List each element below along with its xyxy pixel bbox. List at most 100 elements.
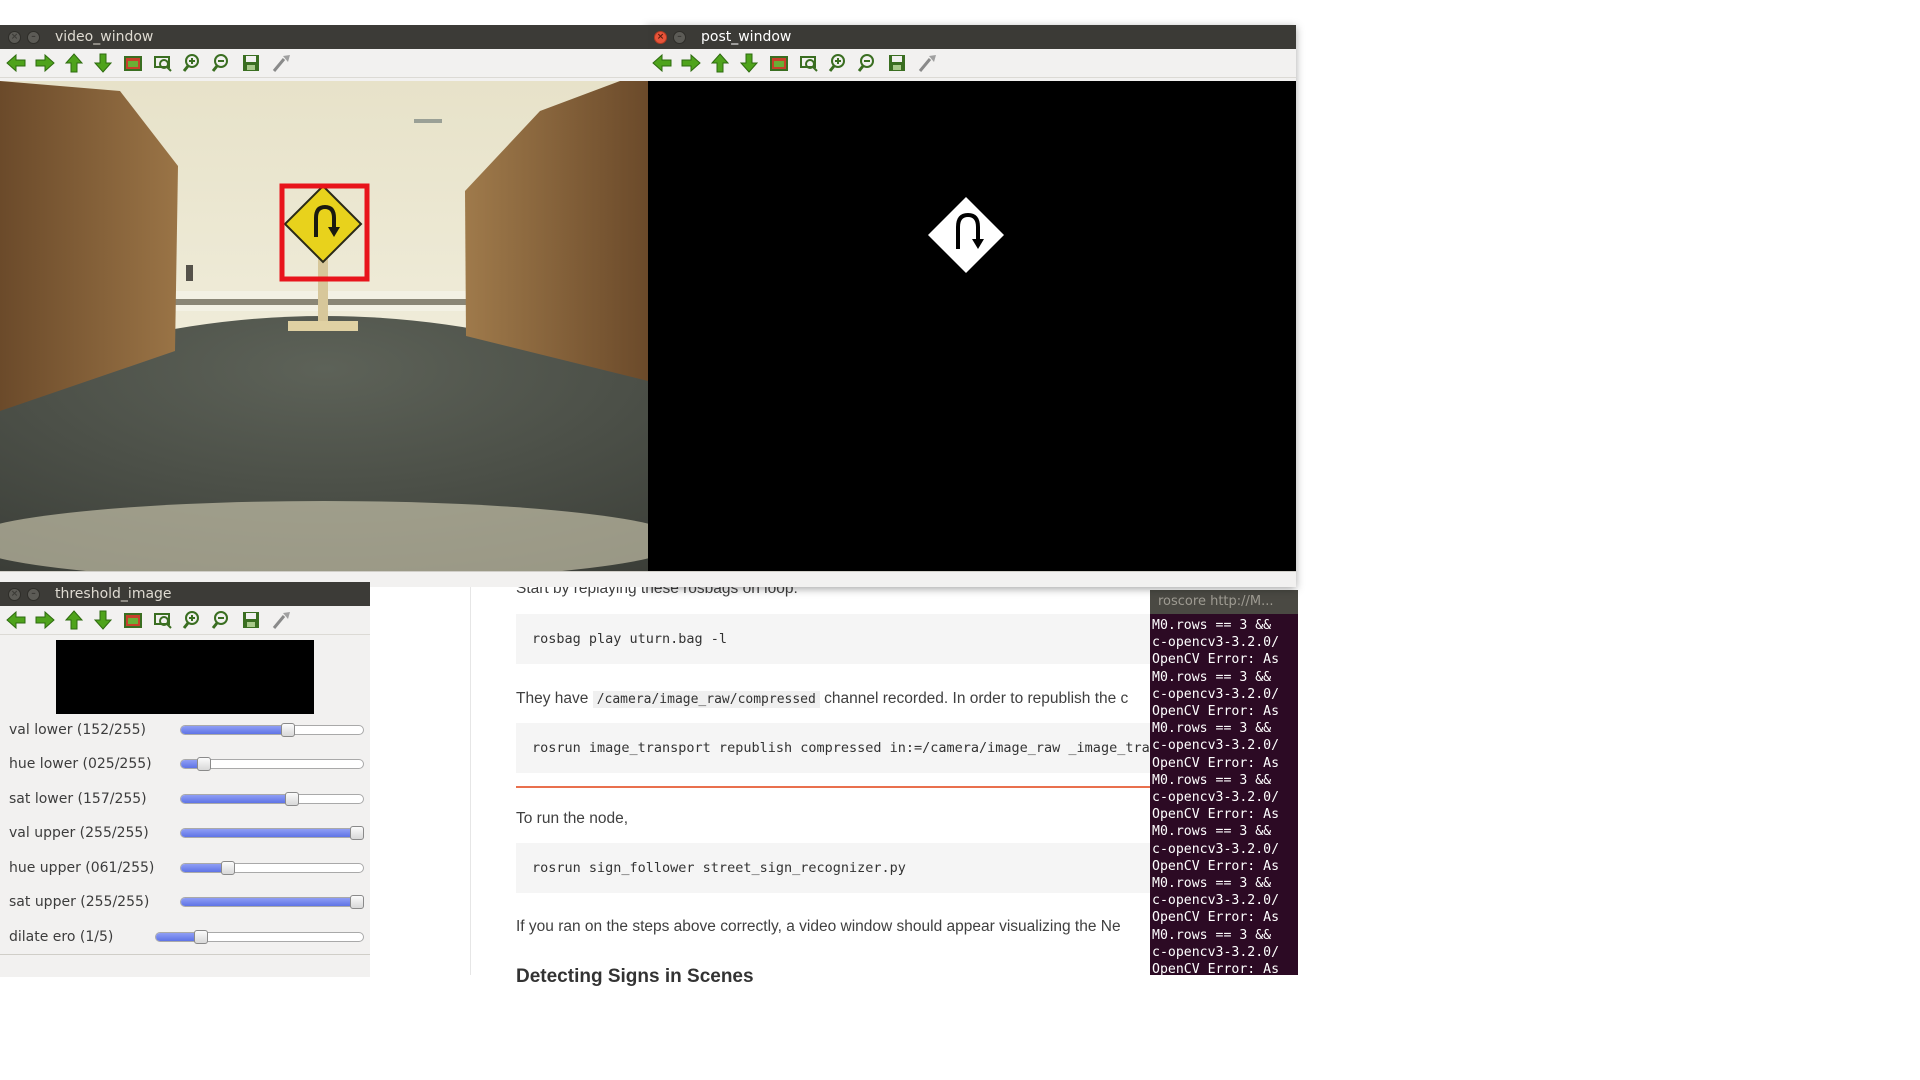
zoom-in-icon[interactable] [828, 53, 850, 73]
arrow-down-icon[interactable] [738, 53, 760, 73]
trackbar-fill [181, 898, 363, 906]
properties-icon[interactable] [916, 53, 938, 73]
post-window[interactable]: × – post_window [646, 25, 1296, 587]
terminal-line: c-opencv3-3.2.0/ [1152, 944, 1280, 960]
post-window-statusbar [646, 571, 1296, 586]
terminal-window[interactable]: roscore http://M... M0.rows == 3 && c-ope… [1150, 590, 1298, 975]
save-icon[interactable] [240, 610, 262, 630]
terminal-line: M0.rows == 3 && [1152, 772, 1272, 788]
arrow-right-icon[interactable] [680, 53, 702, 73]
trackbar-dilate-ero[interactable]: dilate ero (1/5) [0, 923, 368, 953]
threshold-preview-image [56, 640, 314, 714]
trackbar-knob[interactable] [285, 792, 299, 806]
close-icon[interactable]: × [654, 31, 667, 44]
minimize-icon[interactable]: – [673, 31, 686, 44]
trackbar-track[interactable] [180, 725, 364, 735]
zoom-in-icon[interactable] [182, 53, 204, 73]
trackbar-fill [181, 795, 294, 803]
trackbar-val-lower[interactable]: val lower (152/255) [0, 716, 368, 746]
arrow-up-icon[interactable] [63, 610, 85, 630]
terminal-line: M0.rows == 3 && [1152, 618, 1272, 633]
trackbar-val-upper[interactable]: val upper (255/255) [0, 819, 368, 849]
trackbar-label: hue lower (025/255) [9, 756, 152, 772]
zoom-fit-icon[interactable] [152, 610, 174, 630]
section-rule [516, 786, 1196, 788]
trackbar-knob[interactable] [194, 930, 208, 944]
trackbar-track[interactable] [180, 897, 364, 907]
image-icon[interactable] [122, 610, 144, 630]
terminal-line: M0.rows == 3 && [1152, 876, 1272, 891]
zoom-in-icon[interactable] [182, 610, 204, 630]
image-icon[interactable] [122, 53, 144, 73]
threshold-window-toolbar [0, 606, 370, 635]
video-frame [0, 81, 648, 571]
post-window-titlebar[interactable]: × – post_window [646, 25, 1296, 49]
arrow-left-icon[interactable] [5, 610, 27, 630]
trackbar-knob[interactable] [197, 757, 211, 771]
arrow-right-icon[interactable] [34, 610, 56, 630]
arrow-right-icon[interactable] [34, 53, 56, 73]
trackbar-sat-upper[interactable]: sat upper (255/255) [0, 888, 368, 918]
trackbar-track[interactable] [155, 932, 364, 942]
trackbar-track[interactable] [180, 794, 364, 804]
trackbar-fill [181, 726, 290, 734]
save-icon[interactable] [240, 53, 262, 73]
close-icon[interactable]: × [8, 588, 21, 601]
threshold-window-titlebar[interactable]: × – threshold_image [0, 582, 370, 606]
trackbar-hue-lower[interactable]: hue lower (025/255) [0, 750, 368, 780]
properties-icon[interactable] [270, 610, 292, 630]
terminal-title: roscore http://M... [1150, 590, 1298, 614]
close-icon[interactable]: × [8, 31, 21, 44]
terminal-line: c-opencv3-3.2.0/ [1152, 841, 1280, 857]
video-window[interactable]: × – video_window [0, 25, 648, 587]
trackbar-label: val upper (255/255) [9, 825, 149, 841]
trackbar-knob[interactable] [281, 723, 295, 737]
trackbar-knob[interactable] [350, 826, 364, 840]
trackbar-sat-lower[interactable]: sat lower (157/255) [0, 785, 368, 815]
trackbar-knob[interactable] [221, 861, 235, 875]
arrow-down-icon[interactable] [92, 53, 114, 73]
post-window-toolbar [646, 49, 1296, 78]
trackbar-fill [181, 864, 225, 872]
trackbar-track[interactable] [180, 863, 364, 873]
terminal-line: c-opencv3-3.2.0/ [1152, 790, 1280, 805]
threshold-window[interactable]: × – threshold_image val lower (152/255) h… [0, 582, 370, 977]
arrow-up-icon[interactable] [709, 53, 731, 73]
code-block-rosbag: rosbag play uturn.bag -l [516, 614, 1196, 664]
minimize-icon[interactable]: – [27, 31, 40, 44]
code-rosrun: rosrun sign_follower street_sign_recogni… [532, 860, 906, 876]
arrow-down-icon[interactable] [92, 610, 114, 630]
zoom-fit-icon[interactable] [152, 53, 174, 73]
page-divider [470, 580, 471, 975]
terminal-line: OpenCV Error: As [1152, 910, 1280, 926]
zoom-out-icon[interactable] [211, 53, 233, 73]
terminal-line: OpenCV Error: As [1152, 962, 1280, 975]
terminal-line: OpenCV Error: As [1152, 652, 1280, 668]
trackbar-hue-upper[interactable]: hue upper (061/255) [0, 854, 368, 884]
zoom-fit-icon[interactable] [798, 53, 820, 73]
trackbar-label: dilate ero (1/5) [9, 929, 114, 945]
trackbar-knob[interactable] [350, 895, 364, 909]
trackbar-fill [156, 933, 198, 941]
doc-channel-code: /camera/image_raw/compressed [592, 691, 820, 708]
trackbar-track[interactable] [180, 828, 364, 838]
trackbar-label: hue upper (061/255) [9, 860, 155, 876]
zoom-out-icon[interactable] [857, 53, 879, 73]
code-block-republish: rosrun image_transport republish compres… [516, 723, 1196, 773]
video-window-titlebar[interactable]: × – video_window [0, 25, 648, 49]
post-image [646, 81, 1296, 571]
image-icon[interactable] [768, 53, 790, 73]
arrow-left-icon[interactable] [651, 53, 673, 73]
video-window-title: video_window [55, 29, 154, 45]
documentation-page: Start by replaying these rosbags on loop… [470, 580, 1196, 987]
properties-icon[interactable] [270, 53, 292, 73]
doc-channel-text: They have /camera/image_raw/compressed c… [516, 690, 1128, 708]
arrow-up-icon[interactable] [63, 53, 85, 73]
terminal-line: c-opencv3-3.2.0/ [1152, 635, 1280, 651]
minimize-icon[interactable]: – [27, 588, 40, 601]
zoom-out-icon[interactable] [211, 610, 233, 630]
save-icon[interactable] [886, 53, 908, 73]
doc-section-heading: Detecting Signs in Scenes [516, 966, 754, 987]
doc-video-window-text: If you ran on the steps above correctly,… [516, 918, 1121, 935]
arrow-left-icon[interactable] [5, 53, 27, 73]
